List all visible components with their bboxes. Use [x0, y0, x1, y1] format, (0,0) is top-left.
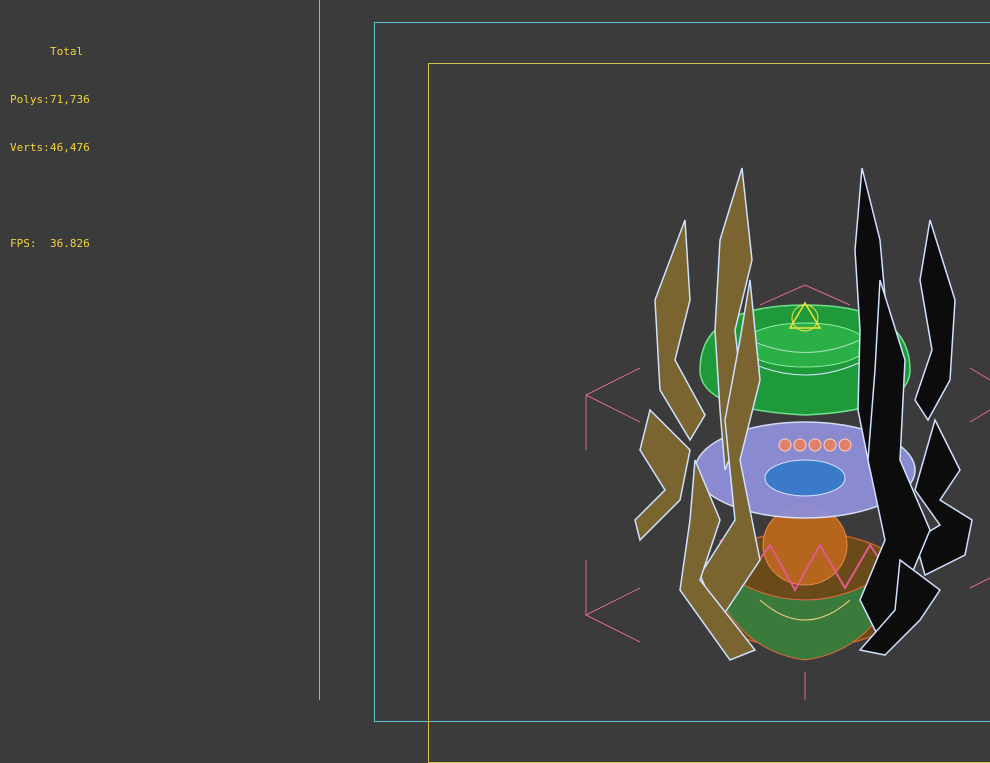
model-right-blades: [854, 167, 973, 656]
viewport-canvas[interactable]: [0, 0, 990, 700]
model-left-blades: [634, 167, 761, 661]
